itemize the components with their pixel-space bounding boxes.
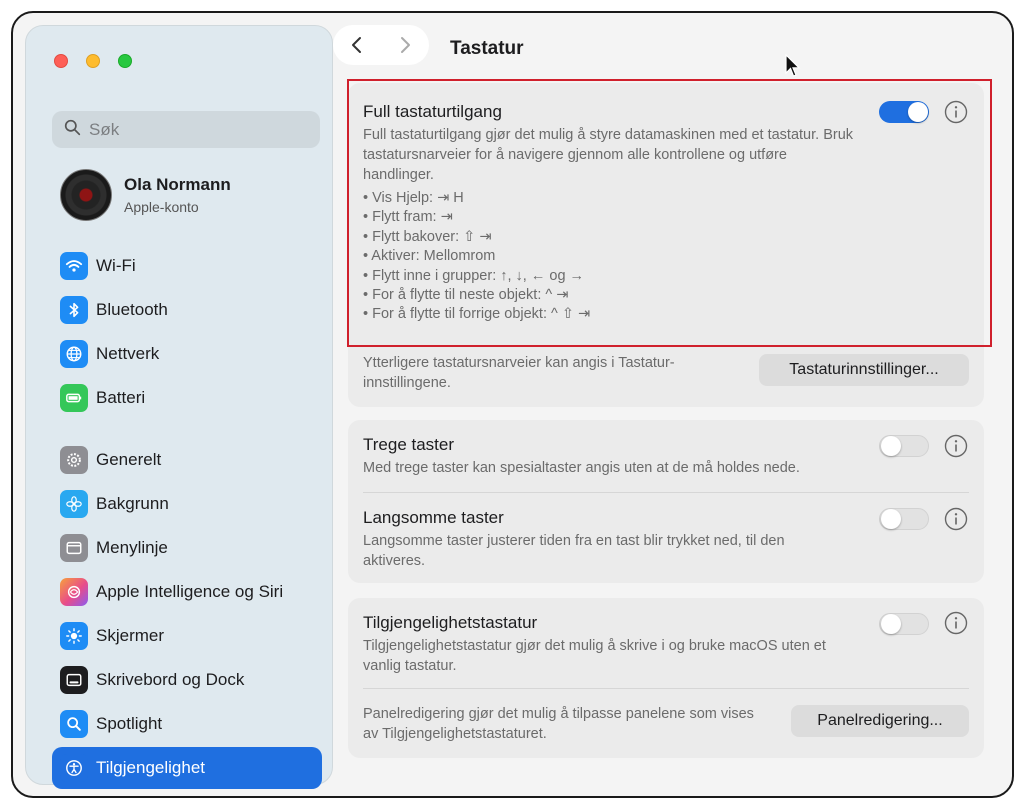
- accessibility-keyboard-toggle[interactable]: [879, 613, 929, 635]
- sidebar-item-network[interactable]: Nettverk: [52, 333, 322, 375]
- sidebar-item-label: Nettverk: [96, 344, 160, 363]
- chevron-left-icon: [352, 37, 361, 53]
- sidebar: Ola Normann Apple-konto Wi-Fi Bluetooth …: [25, 25, 333, 789]
- sidebar-item-label: Bakgrunn: [96, 494, 169, 513]
- globe-icon: [60, 340, 88, 368]
- search-input[interactable]: [89, 119, 309, 140]
- accessibility-keyboard-description: Tilgjengelighetstastatur gjør det mulig …: [363, 638, 826, 674]
- zoom-window-button[interactable]: [118, 54, 132, 68]
- search-field[interactable]: [52, 111, 320, 148]
- battery-icon: [60, 384, 88, 412]
- highlight-frame: [347, 79, 992, 347]
- divider: [363, 688, 969, 689]
- sidebar-item-label: Skrivebord og Dock: [96, 670, 245, 689]
- history-navigation: [333, 25, 429, 65]
- avatar: [60, 169, 112, 221]
- flower-icon: [60, 490, 88, 518]
- sidebar-item-wifi[interactable]: Wi-Fi: [52, 245, 322, 287]
- sidebar-item-label: Skjermer: [96, 626, 165, 645]
- info-icon[interactable]: [944, 434, 968, 458]
- search-icon: [64, 119, 81, 141]
- sidebar-item-general[interactable]: Generelt: [52, 439, 322, 481]
- sun-icon: [60, 622, 88, 650]
- sidebar-item-label: Spotlight: [96, 714, 163, 733]
- sidebar-item-accessibility[interactable]: Tilgjengelighet: [52, 747, 322, 789]
- bluetooth-icon: [60, 296, 88, 324]
- settings-window: Ola Normann Apple-konto Wi-Fi Bluetooth …: [11, 11, 1014, 798]
- keyboard-settings-button[interactable]: Tastaturinnstillinger...: [759, 354, 969, 386]
- wifi-icon: [60, 252, 88, 280]
- sidebar-item-label: Wi-Fi: [96, 256, 136, 275]
- sidebar-item-label: Batteri: [96, 388, 146, 407]
- divider: [363, 492, 969, 493]
- gear-icon: [60, 446, 88, 474]
- dock-icon: [60, 666, 88, 694]
- page-title: Tastatur: [450, 38, 524, 59]
- panel-editor-text: Panelredigering gjør det mulig å tilpass…: [363, 706, 754, 742]
- accessibility-icon: [60, 754, 88, 782]
- profile-name: Ola Normann: [124, 175, 231, 194]
- forward-button[interactable]: [381, 25, 429, 65]
- close-window-button[interactable]: [54, 54, 68, 68]
- sidebar-item-label: Tilgjengelighet: [96, 758, 205, 777]
- magnifier-icon: [60, 710, 88, 738]
- sidebar-item-battery[interactable]: Batteri: [52, 377, 322, 419]
- sticky-keys-description: Langsomme taster justerer tiden fra en t…: [363, 533, 785, 569]
- sidebar-item-label: Bluetooth: [96, 300, 168, 319]
- sidebar-item-menubar[interactable]: Menylinje: [52, 527, 322, 569]
- sidebar-item-wallpaper[interactable]: Bakgrunn: [52, 483, 322, 525]
- sidebar-item-label: Generelt: [96, 450, 162, 469]
- info-icon[interactable]: [944, 611, 968, 635]
- menubar-icon: [60, 534, 88, 562]
- more-shortcuts-text: Ytterligere tastatursnarveier kan angis …: [363, 355, 675, 391]
- back-button[interactable]: [333, 25, 381, 65]
- slow-keys-toggle[interactable]: [879, 435, 929, 457]
- slow-keys-title: Trege taster: [363, 435, 455, 454]
- sidebar-item-bluetooth[interactable]: Bluetooth: [52, 289, 322, 331]
- minimize-window-button[interactable]: [86, 54, 100, 68]
- sidebar-item-displays[interactable]: Skjermer: [52, 615, 322, 657]
- slow-keys-description: Med trege taster kan spesialtaster angis…: [363, 460, 800, 476]
- sidebar-item-spotlight[interactable]: Spotlight: [52, 703, 322, 745]
- apple-account-item[interactable]: Ola Normann Apple-konto: [60, 167, 320, 223]
- chevron-right-icon: [401, 37, 410, 53]
- sidebar-item-siri[interactable]: Apple Intelligence og Siri: [52, 571, 322, 613]
- sticky-keys-title: Langsomme taster: [363, 508, 504, 527]
- sidebar-item-label: Menylinje: [96, 538, 168, 557]
- info-icon[interactable]: [944, 507, 968, 531]
- sidebar-item-desktop-dock[interactable]: Skrivebord og Dock: [52, 659, 322, 701]
- panel-editor-button[interactable]: Panelredigering...: [791, 705, 969, 737]
- sidebar-item-label: Apple Intelligence og Siri: [96, 582, 284, 601]
- siri-icon: [60, 578, 88, 606]
- accessibility-keyboard-title: Tilgjengelighetstastatur: [363, 613, 538, 632]
- sticky-keys-toggle[interactable]: [879, 508, 929, 530]
- mouse-cursor-icon: [785, 54, 801, 77]
- profile-subtitle: Apple-konto: [124, 199, 199, 215]
